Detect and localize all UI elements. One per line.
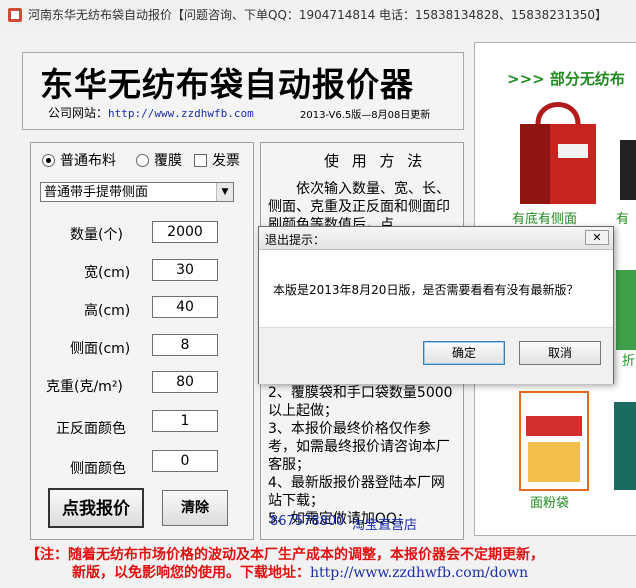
checkbox-icon	[194, 153, 207, 167]
taobao-link[interactable]: 淘宝直营店	[352, 514, 417, 533]
quote-button[interactable]: 点我报价	[48, 488, 144, 528]
window-title: 河南东华无纺布袋自动报价【问题咨询、下单QQ：1904714814 电话：158…	[28, 8, 608, 22]
flour-bag-image	[519, 391, 589, 491]
version-text: 2013-V6.5版—8月08日更新	[300, 110, 431, 121]
weight-input[interactable]: 80	[152, 371, 218, 393]
download-link[interactable]: http://www.zzdhwfb.com/down	[310, 565, 528, 581]
front-colors-label: 正反面颜色	[56, 421, 126, 437]
radio-icon	[136, 153, 149, 167]
side-label: 侧面(cm)	[70, 341, 131, 357]
instructions-title: 使 用 方 法	[324, 152, 427, 170]
bag-image-partial	[620, 140, 636, 200]
normal-fabric-radio[interactable]: 普通布料	[42, 150, 116, 170]
product-caption-2: 有	[616, 212, 630, 227]
clear-button[interactable]: 清除	[162, 490, 228, 526]
radio-checked-icon	[42, 153, 55, 167]
width-label: 宽(cm)	[84, 265, 131, 281]
invoice-checkbox[interactable]: 发票	[194, 150, 240, 170]
weight-label: 克重(克/m²)	[46, 379, 123, 395]
cancel-button[interactable]: 取消	[519, 341, 601, 365]
side-colors-input[interactable]: 0	[152, 450, 218, 472]
side-input[interactable]: 8	[152, 334, 218, 356]
width-input[interactable]: 30	[152, 259, 218, 281]
dialog-titlebar: 退出提示： ✕	[259, 227, 613, 250]
products-heading: >>> 部分无纺布	[507, 70, 625, 88]
ok-button[interactable]: 确定	[423, 341, 505, 365]
notice-line-1: 【注：随着无纺布市场价格的波动及本厂生产成本的调整，本报价器会不定期更新，	[26, 547, 544, 563]
nonwoven-bag-image	[520, 102, 596, 204]
bag-type-select[interactable]: 普通带手提带侧面 ▼	[40, 182, 234, 202]
exit-dialog: 退出提示： ✕ 本版是2013年8月20日版，是否需要看看有没有最新版？ 确定 …	[258, 226, 614, 384]
app-title: 东华无纺布袋自动报价器	[40, 65, 414, 104]
notice-line-2: 新版，以免影响您的使用。下载地址：	[72, 565, 310, 581]
website-line: 公司网站：http://www.zzdhwfb.com	[48, 104, 254, 121]
height-input[interactable]: 40	[152, 296, 218, 318]
quantity-input[interactable]: 2000	[152, 221, 218, 243]
height-label: 高(cm)	[84, 303, 131, 319]
front-colors-input[interactable]: 1	[152, 410, 218, 432]
dialog-title: 退出提示：	[265, 233, 326, 247]
close-icon[interactable]: ✕	[585, 230, 609, 245]
quantity-label: 数量(个)	[70, 227, 123, 243]
title-bar: 河南东华无纺布袋自动报价【问题咨询、下单QQ：1904714814 电话：158…	[0, 0, 636, 31]
notice-text: 【注：随着无纺布市场价格的波动及本厂生产成本的调整，本报价器会不定期更新， 新版…	[26, 546, 636, 582]
bag-image-partial-3	[614, 402, 636, 490]
app-icon	[8, 8, 22, 22]
product-caption-3: 折	[622, 354, 636, 369]
website-link[interactable]: http://www.zzdhwfb.com	[108, 107, 254, 120]
website-label: 公司网站：	[48, 106, 109, 120]
chevron-down-icon[interactable]: ▼	[216, 183, 233, 201]
bag-image-partial-2	[616, 270, 636, 350]
side-colors-label: 侧面颜色	[70, 461, 126, 477]
product-caption-1: 有底有侧面	[512, 212, 578, 227]
laminated-radio[interactable]: 覆膜	[136, 150, 182, 170]
qq-number: 867578800	[270, 514, 345, 529]
product-caption-4: 面粉袋	[530, 496, 570, 511]
dialog-message: 本版是2013年8月20日版，是否需要看看有没有最新版？	[273, 283, 579, 297]
